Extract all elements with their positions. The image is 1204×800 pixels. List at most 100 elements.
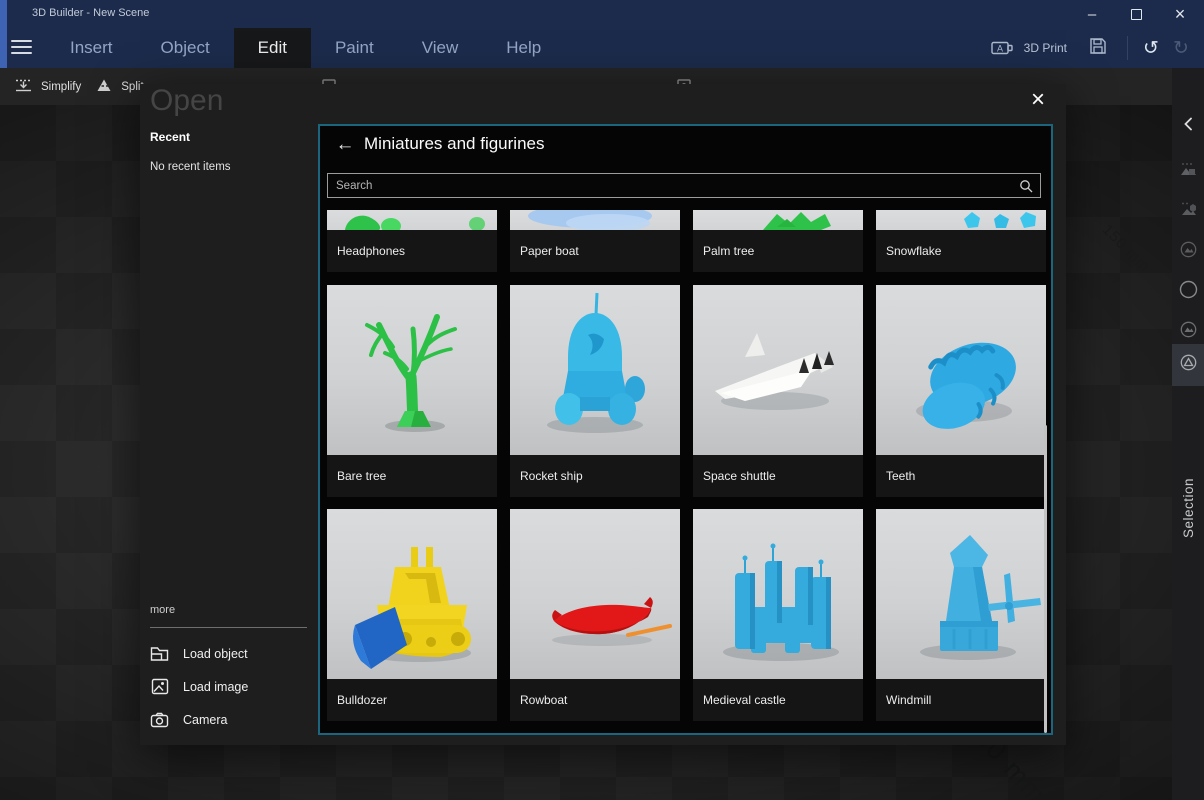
undo-button[interactable]: ↺ [1136,28,1166,68]
dialog-actions: Load object Load image Camera [150,637,310,736]
toolbar-item-split[interactable]: Split [96,78,143,96]
library-item-palm-tree[interactable]: Palm tree [693,210,863,272]
toolbar-item-simplify[interactable]: Simplify [15,78,81,96]
item-label: Headphones [327,230,497,272]
chevron-left-icon [1183,117,1193,136]
library-item-windmill[interactable]: Windmill [876,509,1046,721]
library-item-snowflake[interactable]: Snowflake [876,210,1046,272]
library-panel: ← Miniatures and figurines Headphones Pap… [318,124,1053,735]
item-label: Bare tree [327,455,497,497]
scene-tool-icon-2 [1180,202,1197,222]
3d-print-button[interactable]: A 3D Print [977,28,1077,68]
search-input[interactable] [328,174,1040,197]
item-label: Rocket ship [510,455,680,497]
library-row-1: Bare tree Rocket ship Space shuttle Teeth [327,285,1046,497]
sidebar-tool-selection-active[interactable] [1172,344,1204,386]
rowboat-thumbnail [510,509,680,679]
material-tool-icon [1180,321,1197,343]
dialog-title: Open [150,84,223,118]
redo-button[interactable]: ↻ [1166,28,1196,68]
library-item-bare-tree[interactable]: Bare tree [327,285,497,497]
window-controls: – × [1070,0,1202,28]
selection-tool-icon [1180,354,1197,376]
magnifier-icon [1019,179,1033,198]
library-item-space-shuttle[interactable]: Space shuttle [693,285,863,497]
redo-icon: ↻ [1173,37,1189,60]
menubar-right-actions: A 3D Print ↺ ↻ [977,28,1196,68]
teeth-thumbnail [876,285,1046,455]
menu-tab-view[interactable]: View [398,28,483,68]
snowflake-thumbnail [876,210,1046,230]
library-item-headphones[interactable]: Headphones [327,210,497,272]
library-item-bulldozer[interactable]: Bulldozer [327,509,497,721]
save-button[interactable] [1083,28,1113,68]
action-label: Load object [183,647,248,661]
camera-button[interactable]: Camera [150,703,310,736]
library-title: Miniatures and figurines [364,134,544,154]
back-arrow-icon: ← [336,134,355,156]
close-icon: × [1175,4,1186,25]
back-button[interactable]: ← [332,132,358,158]
library-grid: Headphones Paper boat Palm tree Snowflake Ba… [327,210,1046,730]
sidebar-collapse-button[interactable] [1172,108,1204,144]
3d-builder-window: 150 mm 150 mm 3D Builder - New Scene – ×… [0,0,1204,800]
library-item-rocket-ship[interactable]: Rocket ship [510,285,680,497]
item-label: Windmill [876,679,1046,721]
menu-tab-paint[interactable]: Paint [311,28,398,68]
paper-boat-thumbnail [510,210,680,230]
item-label: Space shuttle [693,455,863,497]
library-item-paper-boat[interactable]: Paper boat [510,210,680,272]
3d-print-label: 3D Print [1024,41,1067,55]
medieval-castle-thumbnail [693,509,863,679]
maximize-button[interactable] [1114,0,1158,28]
item-label: Bulldozer [327,679,497,721]
save-icon [1089,37,1107,60]
menu-tab-edit[interactable]: Edit [234,28,311,68]
menubar: InsertObjectEditPaintViewHelp A 3D Print… [0,28,1204,68]
palm-tree-thumbnail [693,210,863,230]
svg-text:A: A [997,44,1003,54]
image-icon [150,677,169,696]
load-image-button[interactable]: Load image [150,670,310,703]
load-object-button[interactable]: Load object [150,637,310,670]
sidebar-tool-button[interactable] [1172,194,1204,230]
sidebar-tool-button[interactable] [1172,234,1204,270]
scene-tool-icon-1 [1180,162,1197,182]
menubar-divider [1127,36,1128,60]
camera-icon [150,710,169,729]
menu-tabs: InsertObjectEditPaintViewHelp [46,28,565,68]
library-item-rowboat[interactable]: Rowboat [510,509,680,721]
menu-tab-help[interactable]: Help [482,28,565,68]
close-button[interactable]: × [1158,0,1202,28]
hamburger-icon [11,40,32,42]
item-label: Snowflake [876,230,1046,272]
scrollbar-thumb[interactable] [1044,425,1047,733]
menu-tab-object[interactable]: Object [137,28,234,68]
library-item-teeth[interactable]: Teeth [876,285,1046,497]
library-item-medieval-castle[interactable]: Medieval castle [693,509,863,721]
more-link[interactable]: more [150,604,175,616]
hamburger-menu-button[interactable] [11,38,32,56]
undo-icon: ↺ [1143,37,1159,60]
rocket-ship-thumbnail [510,285,680,455]
item-label: Paper boat [510,230,680,272]
toolbar-item-label: Simplify [41,81,81,93]
action-label: Load image [183,680,248,694]
sidebar-tool-button[interactable] [1172,274,1204,310]
library-row-2: Bulldozer Rowboat Medieval castle Windmill [327,509,1046,721]
search-box [327,173,1041,198]
menu-tab-insert[interactable]: Insert [46,28,137,68]
action-label: Camera [183,713,227,727]
space-shuttle-thumbnail [693,285,863,455]
recent-section-header: Recent [150,130,190,144]
bare-tree-thumbnail [327,285,497,455]
sidebar-tool-button[interactable] [1172,154,1204,190]
windmill-thumbnail [876,509,1046,679]
minimize-button[interactable]: – [1070,0,1114,28]
sphere-tool-icon [1179,280,1198,304]
3d-print-icon: A [987,28,1017,68]
dialog-close-button[interactable]: × [1022,84,1054,116]
item-label: Rowboat [510,679,680,721]
window-title: 3D Builder - New Scene [32,7,149,19]
maximize-icon [1131,9,1142,20]
